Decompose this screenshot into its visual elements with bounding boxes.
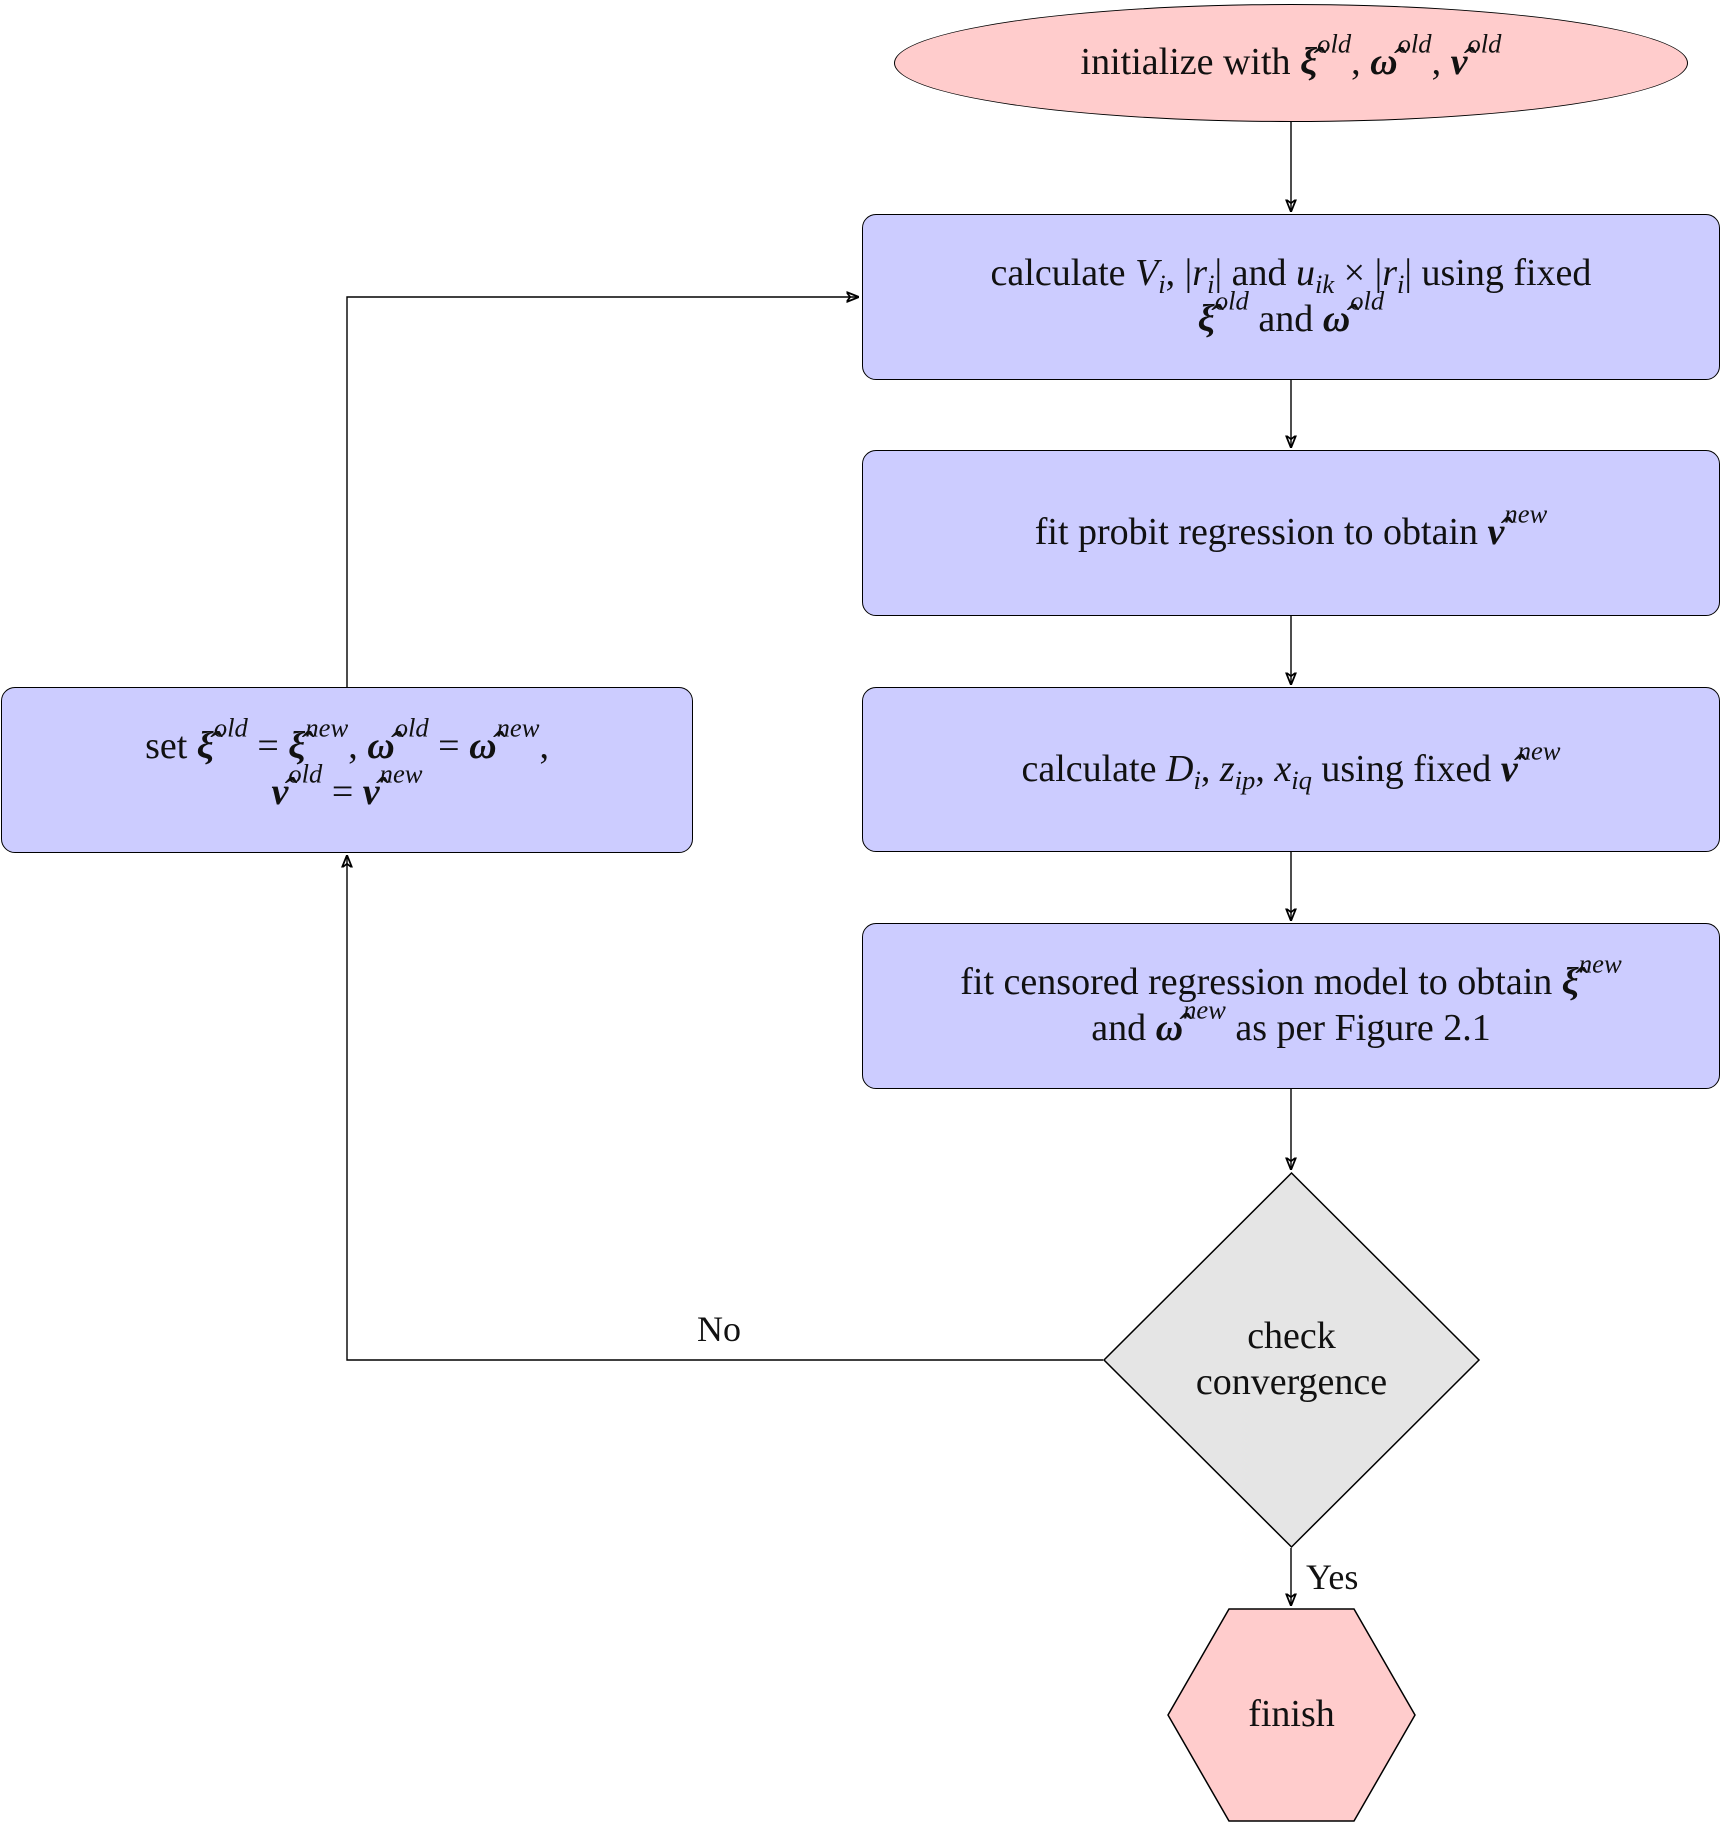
step1-label: calculate Vi, |ri| and uik × |ri| using … xyxy=(990,252,1592,340)
new-superscript: new xyxy=(379,758,423,789)
step3-label: calculate Di, zip, xiq using fixed ν̂new xyxy=(1021,735,1561,795)
set-text: set xyxy=(145,725,188,768)
old-superscript: old xyxy=(1350,285,1385,316)
xi-symbol: ξ̂ xyxy=(196,725,214,768)
nu-symbol: ν̂ xyxy=(271,771,289,813)
nu-symbol: ν̂ xyxy=(1487,511,1505,554)
step4-prefix-text: fit censored regression model to obtain xyxy=(960,961,1553,1004)
nu-symbol: ν̂ xyxy=(1500,747,1518,790)
new-superscript: new xyxy=(1504,498,1548,529)
step4-censored-regression-node: fit censored regression model to obtain … xyxy=(862,923,1720,1089)
new-superscript: new xyxy=(1578,949,1622,980)
start-node-label: initialize with ξ̂old, ω̂old, ν̂old xyxy=(1080,31,1502,86)
u-symbol: u xyxy=(1295,252,1315,295)
comma: , xyxy=(1351,41,1361,84)
start-node: initialize with ξ̂old, ω̂old, ν̂old xyxy=(894,4,1688,122)
xi-symbol: ξ̂ xyxy=(1561,961,1579,1004)
old-superscript: old xyxy=(1397,28,1432,59)
i-subscript: i xyxy=(1207,269,1215,300)
v-symbol: V xyxy=(1135,252,1159,295)
old-superscript: old xyxy=(1214,285,1249,316)
x-symbol: x xyxy=(1274,747,1292,790)
old-superscript: old xyxy=(213,713,248,744)
step3-calculate-d-z-x-node: calculate Di, zip, xiq using fixed ν̂new xyxy=(862,687,1720,852)
step2-label: fit probit regression to obtain ν̂new xyxy=(1034,501,1547,556)
i-subscript: i xyxy=(1193,764,1201,795)
and-text: and xyxy=(1258,298,1314,340)
xi-symbol: ξ̂ xyxy=(1197,298,1215,340)
comma: , xyxy=(539,725,549,768)
omega-symbol: ω̂ xyxy=(1370,41,1398,84)
step2-prefix-text: fit probit regression to obtain xyxy=(1034,511,1479,554)
edge-label-yes: Yes xyxy=(1306,1557,1359,1597)
old-superscript: old xyxy=(394,713,429,744)
comma: , xyxy=(348,725,358,768)
old-superscript: old xyxy=(1317,28,1352,59)
update-parameters-node: set ξ̂old = ξ̂new, ω̂old = ω̂new, ν̂old … xyxy=(1,687,693,853)
new-superscript: new xyxy=(1517,735,1561,766)
xi-symbol: ξ̂ xyxy=(1300,41,1318,84)
start-prefix-text: initialize with xyxy=(1080,41,1291,84)
finish-label: finish xyxy=(1248,1693,1335,1736)
nu-symbol: ν̂ xyxy=(362,771,380,813)
z-symbol: z xyxy=(1219,747,1235,790)
calculate-text: calculate xyxy=(1021,747,1157,790)
step2-probit-regression-node: fit probit regression to obtain ν̂new xyxy=(862,450,1720,616)
i-subscript: i xyxy=(1397,269,1405,300)
nu-symbol: ν̂ xyxy=(1450,41,1468,84)
equals-sign: = xyxy=(257,725,279,768)
omega-symbol: ω̂ xyxy=(1155,1007,1184,1049)
r-symbol: r xyxy=(1192,252,1208,295)
decision-label: check convergence xyxy=(1196,1314,1387,1405)
edge-update-to-step1 xyxy=(346,297,859,687)
equals-sign: = xyxy=(438,725,460,768)
step1-calculate-v-r-u-node: calculate Vi, |ri| and uik × |ri| using … xyxy=(862,214,1720,380)
new-superscript: new xyxy=(496,713,540,744)
i-subscript: i xyxy=(1158,269,1166,300)
using-fixed-text: using fixed xyxy=(1421,252,1592,295)
omega-symbol: ω̂ xyxy=(469,725,497,768)
finish-node: finish xyxy=(1167,1608,1416,1822)
update-label: set ξ̂old = ξ̂new, ω̂old = ω̂new, ν̂old … xyxy=(145,715,549,815)
step4-label: fit censored regression model to obtain … xyxy=(960,951,1621,1051)
calculate-text: calculate xyxy=(990,252,1126,295)
ik-subscript: ik xyxy=(1314,269,1335,300)
edge-label-no: No xyxy=(697,1309,741,1349)
new-superscript: new xyxy=(305,713,349,744)
r-symbol: r xyxy=(1382,252,1397,295)
equals-sign: = xyxy=(331,771,354,813)
iq-subscript: iq xyxy=(1291,764,1312,795)
new-superscript: new xyxy=(1183,994,1226,1025)
check-convergence-decision-node: check convergence xyxy=(1102,1171,1481,1549)
d-symbol: D xyxy=(1165,747,1194,790)
and-text: and xyxy=(1091,1007,1147,1049)
old-superscript: old xyxy=(1467,28,1502,59)
using-fixed-text: using fixed xyxy=(1321,747,1492,790)
ip-subscript: ip xyxy=(1234,764,1256,795)
comma: , xyxy=(1431,41,1442,84)
decision-line1: check xyxy=(1247,1315,1336,1358)
old-superscript: old xyxy=(288,758,323,789)
omega-symbol: ω̂ xyxy=(1322,298,1351,340)
step4-suffix-text: as per Figure 2.1 xyxy=(1235,1007,1491,1049)
decision-line2: convergence xyxy=(1195,1361,1388,1403)
